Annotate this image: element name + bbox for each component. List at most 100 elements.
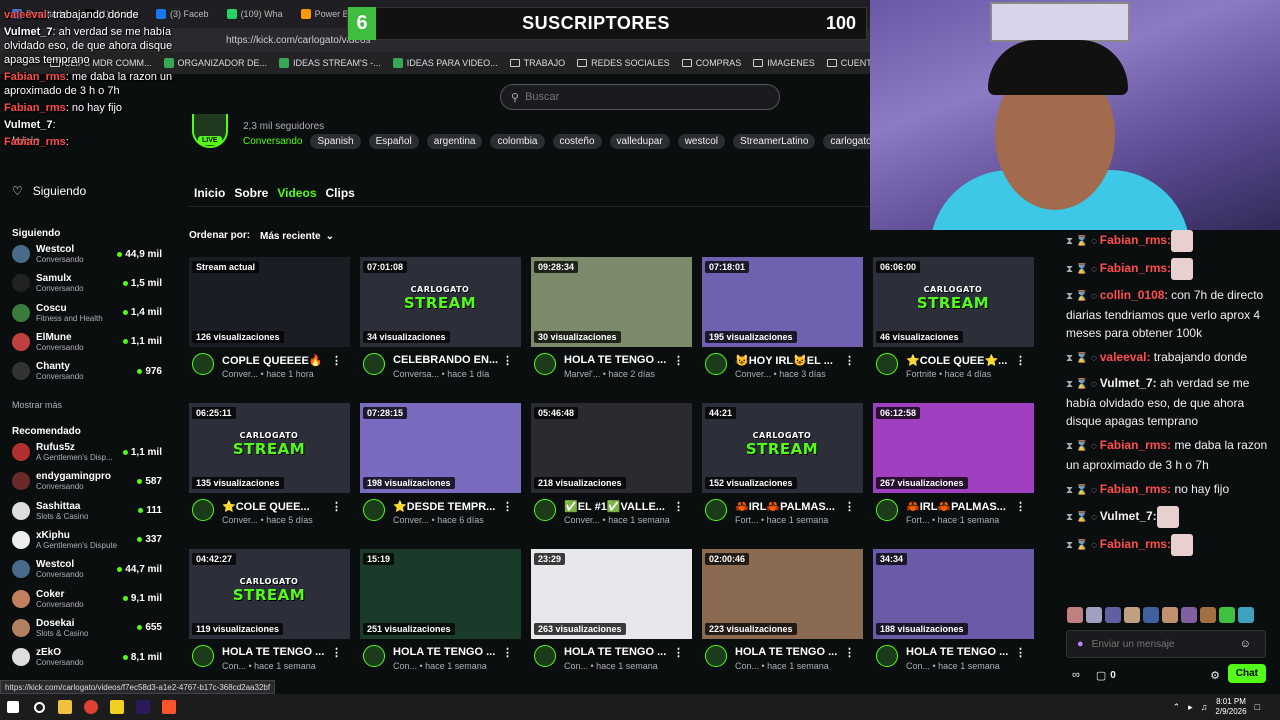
video-card[interactable]: CARLOGATO STREAM 07:01:08 34 visualizacione… — [360, 257, 521, 392]
video-title[interactable]: HOLA TE TENGO ... — [735, 646, 845, 658]
sidebar-item-siguiendo[interactable]: ♡ Siguiendo — [12, 184, 86, 198]
video-card[interactable]: 15:19 251 visualizaciones HOLA TE TENGO ..… — [360, 549, 521, 684]
more-options-icon[interactable]: ⋮ — [502, 500, 513, 513]
video-card[interactable]: 09:28:34 30 visualizaciones HOLA TE TENGO … — [531, 257, 692, 392]
video-thumbnail[interactable]: 09:28:34 30 visualizaciones — [531, 257, 692, 347]
chat-username[interactable]: Fabian_rms: — [1100, 438, 1171, 452]
chrome-icon[interactable] — [78, 694, 104, 720]
tab-inicio[interactable]: Inicio — [194, 186, 225, 200]
video-thumbnail[interactable]: 15:19 251 visualizaciones — [360, 549, 521, 639]
more-options-icon[interactable]: ⋮ — [1015, 500, 1026, 513]
video-title[interactable]: 🦀IRL🦀PALMAS... — [735, 500, 845, 513]
video-title[interactable]: 🦀IRL🦀PALMAS... — [906, 500, 1016, 513]
video-title[interactable]: HOLA TE TENGO ... — [564, 354, 674, 366]
chat-username[interactable]: collin_0108 — [1100, 288, 1165, 302]
avatar[interactable] — [705, 499, 727, 521]
search-input[interactable] — [525, 91, 756, 103]
video-category[interactable]: Conver... — [393, 515, 429, 525]
video-card[interactable]: CARLOGATO STREAM 44:21 152 visualizaciones 🦀… — [702, 403, 863, 538]
video-category[interactable]: Con... — [906, 661, 930, 671]
clock[interactable]: 8:01 PM 2/9/2026 — [1215, 697, 1246, 717]
emote-icon[interactable] — [1067, 607, 1083, 623]
video-card[interactable]: CARLOGATO STREAM 06:25:11 135 visualizacion… — [189, 403, 350, 538]
video-card[interactable]: 06:12:58 267 visualizaciones 🦀IRL🦀PALMAS..… — [873, 403, 1034, 538]
video-category[interactable]: Con... — [735, 661, 759, 671]
video-card[interactable]: 07:28:15 198 visualizaciones ⭐DESDE TEMPR.… — [360, 403, 521, 538]
search-icon[interactable] — [26, 694, 52, 720]
video-thumbnail[interactable]: CARLOGATO STREAM 44:21 152 visualizaciones — [702, 403, 863, 493]
chat-send-button[interactable]: Chat — [1227, 664, 1266, 683]
search-box[interactable]: ⚲ — [500, 84, 780, 110]
notification-icon[interactable]: □ — [1255, 702, 1260, 712]
sidebar-channel[interactable]: Chanty Conversando 976 — [12, 357, 162, 385]
sidebar-channel[interactable]: Westcol Conversando 44,7 mil — [12, 555, 162, 583]
chat-username[interactable]: Fabian_rms: — [1100, 482, 1171, 496]
sidebar-channel[interactable]: Samulx Conversando 1,5 mil — [12, 269, 162, 297]
more-options-icon[interactable]: ⋮ — [844, 354, 855, 367]
bookmark-item[interactable]: IDEAS PARA VIDEO... — [392, 58, 498, 68]
more-options-icon[interactable]: ⋮ — [1015, 646, 1026, 659]
gift-icon[interactable]: ▢ — [1096, 669, 1106, 682]
more-options-icon[interactable]: ⋮ — [844, 646, 855, 659]
video-thumbnail[interactable]: 34:34 188 visualizaciones — [873, 549, 1034, 639]
channel-category[interactable]: Conversando — [243, 136, 302, 147]
sidebar-channel[interactable]: Coscu Fitness and Health 1,4 mil — [12, 299, 162, 327]
avatar[interactable] — [705, 353, 727, 375]
avatar[interactable] — [876, 353, 898, 375]
channel-tag[interactable]: Spanish — [310, 134, 361, 149]
channel-tag[interactable]: westcol — [677, 134, 726, 149]
video-category[interactable]: Con... — [393, 661, 417, 671]
video-card[interactable]: 02:00:46 223 visualizaciones HOLA TE TENGO… — [702, 549, 863, 684]
video-title[interactable]: HOLA TE TENGO ... — [564, 646, 674, 658]
video-title[interactable]: 😺HOY IRL😺EL ... — [735, 354, 845, 367]
video-category[interactable]: Con... — [564, 661, 588, 671]
video-card[interactable]: 05:46:48 218 visualizaciones ✅EL #1✅VALLE.… — [531, 403, 692, 538]
video-category[interactable]: Marvel'... — [564, 369, 600, 379]
infinity-icon[interactable]: ∞ — [1072, 669, 1080, 681]
channel-tag[interactable]: costeño — [552, 134, 602, 149]
microphone-icon[interactable]: ● — [1077, 638, 1084, 650]
emote-icon[interactable] — [1238, 607, 1254, 623]
bookmark-item[interactable]: IMAGENES — [753, 58, 815, 68]
more-options-icon[interactable]: ⋮ — [502, 354, 513, 367]
avatar[interactable] — [192, 353, 214, 375]
avatar[interactable] — [363, 353, 385, 375]
chat-username[interactable]: Vulmet_7: — [1100, 376, 1157, 390]
more-options-icon[interactable]: ⋮ — [331, 646, 342, 659]
emote-icon[interactable] — [1124, 607, 1140, 623]
tab-clips[interactable]: Clips — [326, 186, 355, 200]
video-thumbnail[interactable]: CARLOGATO STREAM 06:25:11 135 visualizacion… — [189, 403, 350, 493]
brave-icon[interactable] — [156, 694, 182, 720]
more-options-icon[interactable]: ⋮ — [673, 646, 684, 659]
chat-username[interactable]: Vulmet_7: — [1100, 509, 1157, 523]
video-title[interactable]: ⭐COLE QUEE⭐... — [906, 354, 1016, 367]
video-card[interactable]: 34:34 188 visualizaciones HOLA TE TENGO ..… — [873, 549, 1034, 684]
video-thumbnail[interactable]: 07:28:15 198 visualizaciones — [360, 403, 521, 493]
more-options-icon[interactable]: ⋮ — [673, 354, 684, 367]
avatar[interactable] — [534, 353, 556, 375]
emote-icon[interactable] — [1219, 607, 1235, 623]
channel-tag[interactable]: valledupar — [609, 134, 670, 149]
sidebar-channel[interactable]: ElMune Conversando 1,1 mil — [12, 328, 162, 356]
video-card[interactable]: 07:18:01 195 visualizaciones 😺HOY IRL😺EL .… — [702, 257, 863, 392]
video-thumbnail[interactable]: CARLOGATO STREAM 06:06:00 46 visualizacione… — [873, 257, 1034, 347]
avatar[interactable] — [876, 499, 898, 521]
bookmark-item[interactable]: CUENTAS — [826, 58, 870, 68]
video-category[interactable]: Conversa... — [393, 369, 439, 379]
chat-input-box[interactable]: ● ☺ — [1066, 630, 1266, 658]
video-card[interactable]: CARLOGATO STREAM 04:42:27 119 visualizacion… — [189, 549, 350, 684]
video-category[interactable]: Conver... — [222, 369, 258, 379]
video-thumbnail[interactable]: 06:12:58 267 visualizaciones — [873, 403, 1034, 493]
sidebar-channel[interactable]: endygamingpro Conversando 587 — [12, 467, 162, 495]
emote-icon[interactable] — [1181, 607, 1197, 623]
notes-icon[interactable] — [104, 694, 130, 720]
video-category[interactable]: Con... — [222, 661, 246, 671]
more-options-icon[interactable]: ⋮ — [673, 500, 684, 513]
avatar[interactable] — [363, 499, 385, 521]
channel-tag[interactable]: argentina — [426, 134, 483, 149]
emoji-icon[interactable]: ☺ — [1240, 638, 1251, 650]
emote-icon[interactable] — [1143, 607, 1159, 623]
video-title[interactable]: ⭐COLE QUEE... — [222, 500, 332, 513]
video-thumbnail[interactable]: 23:29 263 visualizaciones — [531, 549, 692, 639]
channel-tag[interactable]: colombia — [490, 134, 545, 149]
